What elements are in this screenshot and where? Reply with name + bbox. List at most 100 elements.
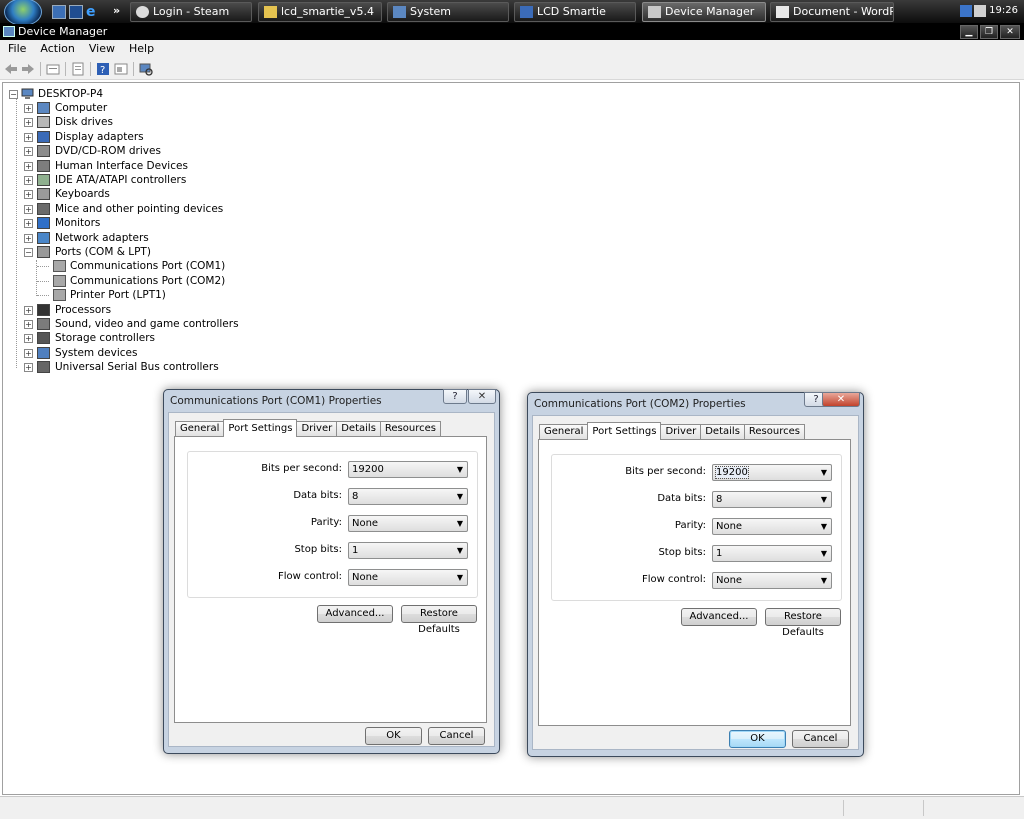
collapse-icon[interactable]: − xyxy=(24,248,33,257)
taskbar-button-label: Login - Steam xyxy=(153,5,230,18)
taskbar-button-label: lcd_smartie_v5.4 xyxy=(281,5,374,18)
expand-icon[interactable]: + xyxy=(24,118,33,128)
expand-icon[interactable]: + xyxy=(24,147,33,157)
show-desktop-icon[interactable] xyxy=(52,5,66,19)
tab-port-settings[interactable]: Port Settings xyxy=(587,422,662,440)
tab-resources[interactable]: Resources xyxy=(743,424,805,439)
device-tree: − DESKTOP-P4 + Computer + Disk drives + Displ… xyxy=(2,82,1020,795)
port-settings-panel: Bits per second: 19200 ▼ Data bits: 8 ▼ Pa… xyxy=(174,436,487,723)
processor-icon xyxy=(37,303,50,316)
advanced-button[interactable]: Advanced... xyxy=(317,605,393,623)
chevron-down-icon: ▼ xyxy=(820,549,827,558)
network-icon[interactable] xyxy=(960,5,972,17)
dialog-close-button[interactable]: ✕ xyxy=(822,392,860,407)
forward-arrow-icon[interactable] xyxy=(21,62,35,76)
clock[interactable]: 19:26 xyxy=(989,5,1018,16)
taskbar-button-wordpad[interactable]: Document - WordPad xyxy=(770,2,894,22)
help-icon[interactable]: ? xyxy=(96,62,110,76)
chevron-down-icon: ▼ xyxy=(456,519,463,528)
expand-icon[interactable]: + xyxy=(24,132,33,142)
menu-action[interactable]: Action xyxy=(32,40,80,55)
restore-defaults-button[interactable]: Restore Defaults xyxy=(765,608,841,638)
parity-select[interactable]: None ▼ xyxy=(712,518,832,535)
com1-properties-dialog: Communications Port (COM1) Properties ? … xyxy=(163,389,500,754)
properties-icon[interactable] xyxy=(71,62,85,76)
back-arrow-icon[interactable] xyxy=(4,62,18,76)
flow-control-value: None xyxy=(352,572,379,583)
expand-icon[interactable]: + xyxy=(24,176,33,185)
restore-button[interactable]: ❐ xyxy=(980,25,998,39)
monitor-icon xyxy=(37,217,50,230)
taskbar-button-label: System xyxy=(410,5,452,18)
collapse-icon[interactable]: − xyxy=(9,90,18,99)
ok-button[interactable]: OK xyxy=(365,727,422,745)
cancel-button[interactable]: Cancel xyxy=(792,730,849,748)
expand-icon[interactable]: + xyxy=(24,348,33,358)
internet-explorer-icon[interactable]: e xyxy=(86,5,100,19)
cancel-button[interactable]: Cancel xyxy=(428,727,485,745)
hid-icon xyxy=(37,159,50,172)
data-bits-select[interactable]: 8 ▼ xyxy=(712,491,832,508)
toolbar-separator xyxy=(65,62,66,76)
expand-icon[interactable]: + xyxy=(24,104,33,113)
tab-port-settings[interactable]: Port Settings xyxy=(223,419,298,437)
dialog-title: Communications Port (COM2) Properties xyxy=(534,398,746,410)
chevron-down-icon: ▼ xyxy=(456,546,463,555)
expand-icon[interactable]: + xyxy=(24,161,33,171)
network-adapter-icon xyxy=(37,231,50,244)
dvd-drive-icon xyxy=(37,145,50,158)
expand-icon[interactable]: + xyxy=(24,190,33,200)
start-button[interactable] xyxy=(4,0,42,26)
close-button[interactable]: ✕ xyxy=(1000,25,1020,39)
quicklaunch-more-button[interactable]: » xyxy=(113,4,120,17)
up-one-level-icon[interactable] xyxy=(46,62,60,76)
tab-details[interactable]: Details xyxy=(336,421,381,436)
flow-control-select[interactable]: None ▼ xyxy=(348,569,468,586)
taskbar-button-device-manager[interactable]: Device Manager xyxy=(642,2,766,22)
expand-icon[interactable]: + xyxy=(24,363,33,373)
bits-per-second-select[interactable]: 19200 ▼ xyxy=(348,461,468,478)
status-bar xyxy=(0,796,1024,819)
toolbar-separator xyxy=(133,62,134,76)
menu-help[interactable]: Help xyxy=(121,40,160,55)
menu-view[interactable]: View xyxy=(81,40,121,55)
switch-windows-icon[interactable] xyxy=(69,5,83,19)
expand-icon[interactable]: + xyxy=(24,320,33,329)
com2-properties-dialog: Communications Port (COM2) Properties ? … xyxy=(527,392,864,757)
expand-icon[interactable]: + xyxy=(24,334,33,344)
tab-general[interactable]: General xyxy=(539,424,589,439)
stop-bits-value: 1 xyxy=(716,548,723,559)
taskbar-button-system[interactable]: System xyxy=(387,2,509,22)
minimize-button[interactable]: ▁ xyxy=(960,25,978,39)
flow-control-select[interactable]: None ▼ xyxy=(712,572,832,589)
tab-driver[interactable]: Driver xyxy=(660,424,702,439)
taskbar-button-lcd-smartie-folder[interactable]: lcd_smartie_v5.4 xyxy=(258,2,382,22)
chevron-down-icon: ▼ xyxy=(820,576,827,585)
restore-defaults-button[interactable]: Restore Defaults xyxy=(401,605,477,635)
tab-details[interactable]: Details xyxy=(700,424,745,439)
tree-connector xyxy=(36,260,37,296)
expand-icon[interactable]: + xyxy=(24,204,33,214)
data-bits-select[interactable]: 8 ▼ xyxy=(348,488,468,505)
taskbar-button-lcd-smartie[interactable]: LCD Smartie xyxy=(514,2,636,22)
menu-file[interactable]: File xyxy=(0,40,32,55)
tab-driver[interactable]: Driver xyxy=(296,421,338,436)
expand-icon[interactable]: + xyxy=(24,233,33,243)
expand-icon[interactable]: + xyxy=(24,305,33,315)
dialog-help-button[interactable]: ? xyxy=(443,389,467,404)
parity-value: None xyxy=(352,518,379,529)
taskbar-button-steam[interactable]: Login - Steam xyxy=(130,2,252,22)
dialog-close-button[interactable]: ✕ xyxy=(468,389,496,404)
tab-resources[interactable]: Resources xyxy=(379,421,441,436)
stop-bits-select[interactable]: 1 ▼ xyxy=(348,542,468,559)
advanced-button[interactable]: Advanced... xyxy=(681,608,757,626)
scan-hardware-icon[interactable] xyxy=(139,62,153,76)
tab-general[interactable]: General xyxy=(175,421,225,436)
parity-select[interactable]: None ▼ xyxy=(348,515,468,532)
ok-button[interactable]: OK xyxy=(729,730,786,748)
expand-icon[interactable]: + xyxy=(24,219,33,229)
stop-bits-select[interactable]: 1 ▼ xyxy=(712,545,832,562)
bits-per-second-select[interactable]: 19200 ▼ xyxy=(712,464,832,481)
volume-icon[interactable] xyxy=(974,5,986,17)
show-hidden-icon[interactable] xyxy=(114,62,128,76)
